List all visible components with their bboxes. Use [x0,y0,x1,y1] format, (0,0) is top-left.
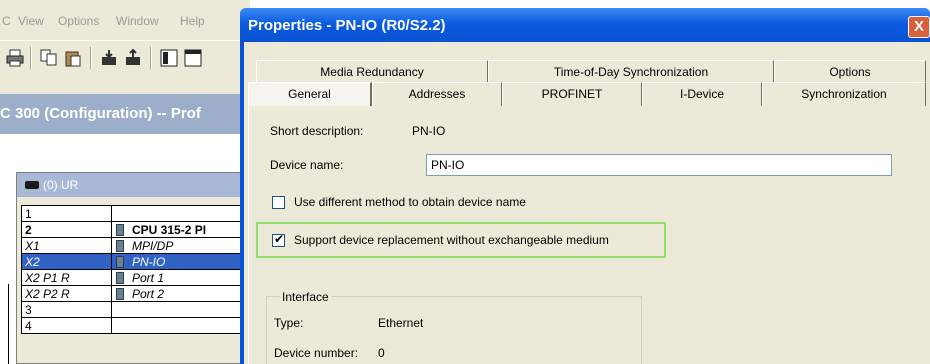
rack-row[interactable]: 4 [21,317,249,334]
slot-cell: 4 [21,317,112,334]
slot-cell: 1 [21,205,112,222]
module-label: PN-IO [132,254,166,269]
tab-row-front: General Addresses PROFINET I-Device Sync… [248,82,926,106]
support-device-replacement-label[interactable]: Support device replacement without excha… [294,233,609,247]
use-different-method-label[interactable]: Use different method to obtain device na… [294,195,526,209]
rack-title: (0) UR [43,178,79,192]
slot-cell: X2 [21,253,112,270]
rack-row[interactable]: X2 P1 R Port 1 [21,269,249,286]
tab-synchronization[interactable]: Synchronization [762,82,926,106]
module-cell [111,317,249,334]
rack-row[interactable]: 3 [21,301,249,318]
rack-header: (0) UR [17,173,249,197]
tab-i-device[interactable]: I-Device [642,82,762,106]
slot-cell: X1 [21,237,112,254]
rack-row[interactable]: X1 MPI/DP [21,237,249,254]
toolbar-separator [150,47,152,69]
interface-module-icon [116,256,124,268]
module-cell: Port 2 [111,285,249,302]
rack-row[interactable]: X2 P2 R Port 2 [21,285,249,302]
module-cell: CPU 315-2 PI [111,221,249,238]
rack-icon [25,181,39,189]
cpu-module-icon [116,224,124,236]
menu-item-options[interactable]: Options [58,14,99,28]
background-toolbar [0,40,250,74]
background-toolbar-gap [0,74,250,94]
background-window-title: C 300 (Configuration) -- Prof [0,105,201,122]
module-cell: MPI/DP [111,237,249,254]
checkmark-icon: ✔ [273,232,285,246]
device-number-value: 0 [378,346,385,360]
interface-type-value: Ethernet [378,316,424,330]
paste-icon[interactable] [64,49,82,67]
support-device-replacement-checkbox[interactable]: ✔ [272,232,285,247]
interface-module-icon [116,240,124,252]
dialog-title: Properties - PN-IO (R0/S2.2) [248,17,446,34]
download-to-module-icon[interactable] [100,49,118,67]
device-name-field[interactable]: PN-IO [426,154,892,176]
port-module-icon [116,288,124,300]
module-label: Port 1 [132,270,165,285]
use-different-method-checkbox[interactable] [272,196,285,209]
short-description-value: PN-IO [412,124,446,138]
rack-row[interactable]: 1 [21,205,249,222]
menu-item-window[interactable]: Window [116,14,159,28]
dialog-titlebar[interactable]: Properties - PN-IO (R0/S2.2) X [240,8,930,42]
tab-addresses[interactable]: Addresses [372,82,502,106]
interface-legend: Interface [280,290,331,304]
background-menubar: C View Options Window Help [0,0,250,40]
slot-cell: 2 [21,221,112,238]
module-label: CPU 315-2 PI [132,222,207,237]
module-cell: Port 1 [111,269,249,286]
close-button[interactable]: X [908,16,930,38]
slot-cell: 3 [21,301,112,318]
slot-cell: X2 P1 R [21,269,112,286]
rack-row[interactable]: 2 CPU 315-2 PI [21,221,249,238]
copy-icon[interactable] [40,49,58,67]
module-cell: PN-IO [111,253,249,270]
tab-profinet[interactable]: PROFINET [502,82,642,106]
tab-options[interactable]: Options [774,60,926,82]
device-number-label: Device number: [274,346,359,360]
tab-time-of-day-sync[interactable]: Time-of-Day Synchronization [488,60,774,82]
toolbar-separator [90,47,92,69]
catalog-icon[interactable] [160,49,178,67]
device-name-label: Device name: [270,158,344,172]
menu-item-view[interactable]: View [18,14,44,28]
rack-row-selected[interactable]: X2 PN-IO [21,253,249,270]
window-icon[interactable] [184,49,202,67]
tab-media-redundancy[interactable]: Media Redundancy [256,60,488,82]
print-icon[interactable] [6,49,24,67]
module-label: MPI/DP [132,238,174,253]
upload-from-module-icon[interactable] [124,49,142,67]
interface-type-label: Type: [274,316,304,330]
rack-panel[interactable]: (0) UR 1 2 CPU 315-2 PI X1 MPI/DP X2 PN-… [16,172,250,364]
module-cell [111,205,249,222]
rack-table: 1 2 CPU 315-2 PI X1 MPI/DP X2 PN-IO X2 P… [21,205,249,334]
tab-general[interactable]: General [248,82,372,106]
background-window-titlebar: C 300 (Configuration) -- Prof [0,94,250,134]
rack-connector-line [8,284,9,364]
slot-cell: X2 P2 R [21,285,112,302]
menu-item-help[interactable]: Help [180,14,205,28]
short-description-label: Short description: [270,124,364,138]
module-cell [111,301,249,318]
tab-row-back: Media Redundancy Time-of-Day Synchroniza… [256,60,926,82]
module-label: Port 2 [132,286,165,301]
port-module-icon [116,272,124,284]
menu-item-c[interactable]: C [2,14,11,28]
toolbar-separator [30,47,32,69]
